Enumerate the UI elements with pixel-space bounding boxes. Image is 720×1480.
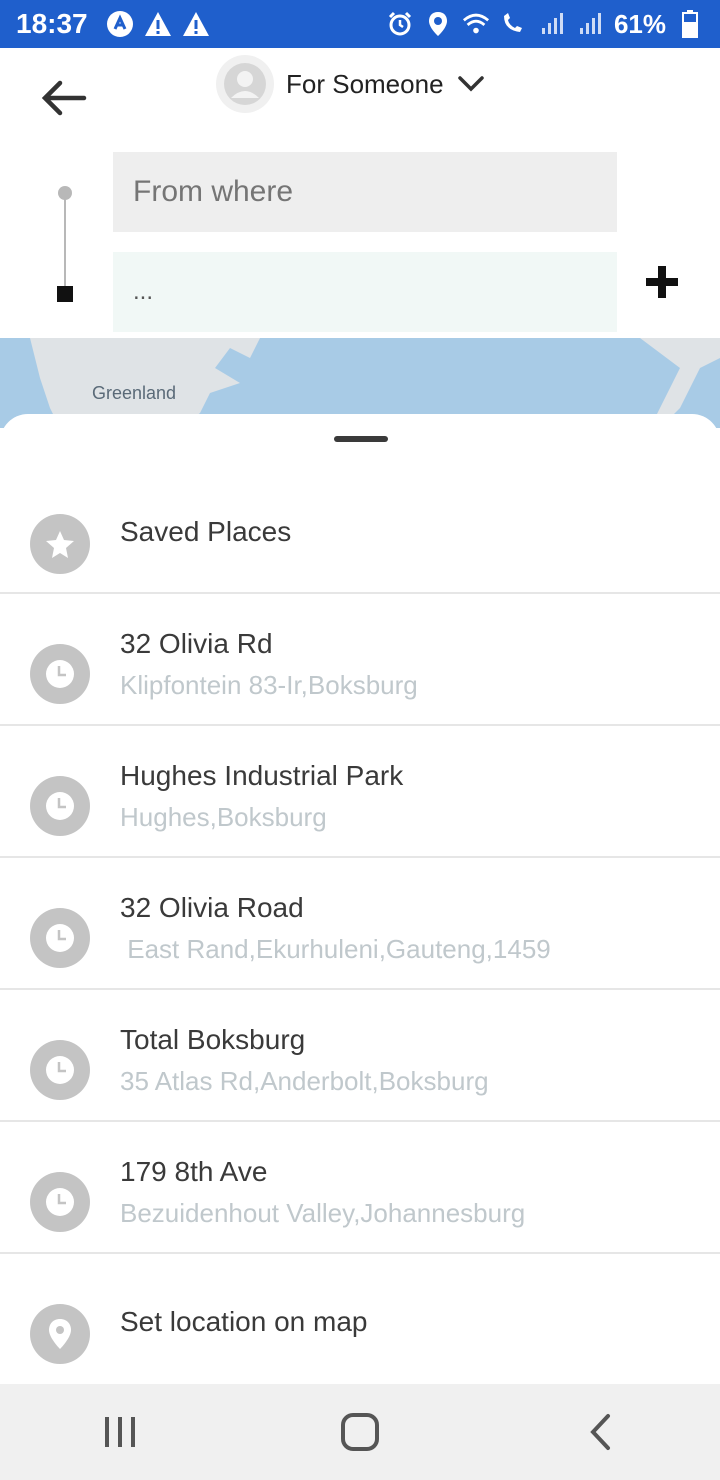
back-button[interactable] xyxy=(36,70,92,126)
recent-place-item[interactable]: Hughes Industrial Park Hughes,Boksburg xyxy=(0,726,720,858)
place-title: 179 8th Ave xyxy=(120,1156,268,1187)
recent-place-item[interactable]: Total Boksburg 35 Atlas Rd,Anderbolt,Bok… xyxy=(0,990,720,1122)
set-location-label: Set location on map xyxy=(120,1306,368,1337)
person-icon xyxy=(224,63,266,105)
wifi-calling-icon xyxy=(500,10,528,38)
route-indicator xyxy=(57,186,73,302)
signal-icon xyxy=(538,10,566,38)
home-button[interactable] xyxy=(320,1392,400,1472)
place-title: Hughes Industrial Park xyxy=(120,760,404,791)
recent-place-item[interactable]: 179 8th Ave Bezuidenhout Valley,Johannes… xyxy=(0,1122,720,1254)
clock-icon xyxy=(30,1172,90,1232)
alarm-icon xyxy=(386,10,414,38)
chevron-left-icon xyxy=(590,1414,610,1450)
add-stop-button[interactable] xyxy=(640,260,684,304)
map-pin-icon xyxy=(30,1304,90,1364)
place-subtitle: Bezuidenhout Valley,Johannesburg xyxy=(120,1198,526,1228)
system-back-button[interactable] xyxy=(560,1392,640,1472)
chevron-down-icon xyxy=(457,76,484,92)
drag-handle[interactable] xyxy=(334,436,388,442)
system-nav-bar xyxy=(0,1384,720,1480)
signal-icon xyxy=(576,10,604,38)
destination-input[interactable] xyxy=(113,252,617,332)
status-bar: 18:37 61% xyxy=(0,0,720,48)
rider-label: For Someone xyxy=(286,68,444,99)
plus-icon xyxy=(646,266,678,298)
app-notification-icon xyxy=(106,10,134,38)
set-location-on-map-item[interactable]: Set location on map xyxy=(0,1254,720,1384)
wifi-icon xyxy=(462,10,490,38)
home-icon xyxy=(341,1413,379,1451)
place-title: Total Boksburg xyxy=(120,1024,306,1055)
battery-percent: 61% xyxy=(613,8,666,39)
place-title: 32 Olivia Rd xyxy=(120,628,273,659)
place-subtitle: 35 Atlas Rd,Anderbolt,Boksburg xyxy=(120,1066,489,1096)
warning-icon xyxy=(182,10,210,38)
location-icon xyxy=(424,10,452,38)
rider-selector[interactable]: For Someone xyxy=(216,54,484,114)
clock-icon xyxy=(30,644,90,704)
clock-icon xyxy=(30,776,90,836)
avatar xyxy=(216,55,274,113)
recent-apps-icon xyxy=(105,1417,135,1447)
from-where-input[interactable] xyxy=(113,152,617,232)
place-subtitle: Klipfontein 83-Ir,Boksburg xyxy=(120,670,418,700)
clock-icon xyxy=(30,1040,90,1100)
place-subtitle: Hughes,Boksburg xyxy=(120,802,327,832)
battery-icon xyxy=(676,10,704,38)
arrow-left-icon xyxy=(41,80,87,116)
recent-place-item[interactable]: 32 Olivia Road East Rand,Ekurhuleni,Gaut… xyxy=(0,858,720,990)
place-subtitle: East Rand,Ekurhuleni,Gauteng,1459 xyxy=(120,934,551,964)
places-sheet: Saved Places 32 Olivia Rd Klipfontein 83… xyxy=(0,414,720,1384)
recent-place-item[interactable]: 32 Olivia Rd Klipfontein 83-Ir,Boksburg xyxy=(0,594,720,726)
route-header: For Someone xyxy=(0,48,720,338)
map-place-label: Greenland xyxy=(92,383,177,403)
saved-places-item[interactable]: Saved Places xyxy=(0,478,720,594)
clock-icon xyxy=(30,908,90,968)
place-title: 32 Olivia Road xyxy=(120,892,304,923)
warning-icon xyxy=(144,10,172,38)
star-icon xyxy=(30,514,90,574)
status-time: 18:37 xyxy=(16,8,88,39)
recent-apps-button[interactable] xyxy=(80,1392,160,1472)
saved-places-label: Saved Places xyxy=(120,516,292,547)
